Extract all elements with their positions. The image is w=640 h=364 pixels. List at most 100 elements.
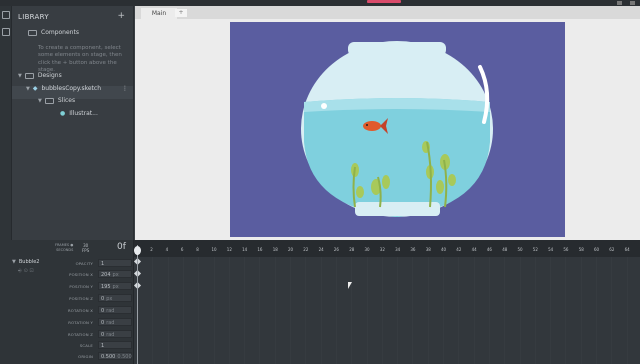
timeline-tick-label: 46	[486, 247, 492, 252]
property-value-field[interactable]: 0 rad	[98, 318, 132, 326]
timeline-tick-label: 8	[196, 247, 199, 252]
property-unit: rad	[106, 332, 115, 338]
timeline-tracks[interactable]	[133, 257, 640, 364]
timeline-tick-label: 28	[349, 247, 355, 252]
timeline-gridline	[198, 257, 200, 364]
timeline-gridline	[580, 257, 582, 364]
property-value-field[interactable]: 1	[98, 259, 132, 267]
timeline-tick-label: 6	[180, 247, 184, 252]
property-unit: px	[112, 272, 119, 278]
icon-rail	[0, 6, 12, 240]
timeline-tick-label: 62	[609, 247, 615, 252]
designs-folder[interactable]: ▼ Designs	[18, 72, 62, 79]
property-value: 1	[101, 343, 105, 349]
property-value: 0	[101, 332, 105, 338]
property-label: ROTATION X	[67, 308, 93, 313]
window-icon[interactable]	[617, 1, 622, 5]
property-value-field[interactable]: 0.500 0.500	[98, 352, 132, 360]
property-value-field[interactable]: 1	[98, 341, 132, 349]
chevron-down-icon[interactable]: ▼	[38, 98, 42, 104]
timeline-gridline	[320, 257, 322, 364]
sketch-file-item[interactable]: ▼ ◆ bubblesCopy.sketch	[26, 85, 101, 92]
property-value-field[interactable]: 0 rad	[98, 330, 132, 338]
property-label: POSITION Z	[69, 296, 93, 301]
timeline-gridline	[290, 257, 291, 364]
property-unit: 0.500	[117, 354, 132, 360]
timeline-gridline	[473, 257, 475, 364]
stage-area: Main +	[135, 6, 640, 240]
seconds-label: SECONDS	[56, 248, 74, 252]
library-panel: LIBRARY + Components To create a compone…	[12, 6, 134, 240]
slices-folder[interactable]: ▼ Slices	[38, 97, 75, 104]
layers-icon[interactable]	[2, 28, 10, 36]
add-component-button[interactable]: +	[117, 11, 125, 21]
mouse-cursor-icon	[348, 282, 352, 289]
fps-display[interactable]: 30 FPS	[82, 243, 89, 253]
property-label: ROTATION Y	[68, 320, 93, 325]
timeline-gridline	[244, 257, 246, 364]
timeline-tick-label: 18	[272, 247, 278, 252]
timeline-gridline	[397, 257, 399, 364]
timeline-tick-label: 36	[410, 247, 416, 252]
timeline-tick-label: 26	[333, 247, 339, 252]
chevron-down-icon[interactable]: ▼	[18, 73, 22, 79]
image-icon: ●	[60, 110, 66, 117]
components-folder[interactable]: Components	[28, 29, 79, 36]
fps-label: FPS	[82, 248, 90, 253]
timeline-tick-label: 20	[288, 247, 294, 252]
timeline-tick-label: 60	[594, 247, 600, 252]
timeline-gridline	[596, 257, 597, 364]
timeline-tick-label: 52	[532, 247, 538, 252]
stage-canvas[interactable]	[230, 22, 565, 237]
timeline-tick-label: 40	[441, 247, 447, 252]
timeline-gridline	[519, 257, 521, 364]
timeline-ruler[interactable]: 2 4 6 8 10 12 14 16 18 20 22 24 26 28 30 32 34 36 38 40 42 44…	[134, 240, 640, 257]
property-value-field[interactable]: 195 px	[98, 282, 132, 290]
timeline-tick-label: 2	[150, 247, 153, 252]
timeline-tick-label: 64	[624, 247, 630, 252]
property-value: 0	[101, 308, 105, 314]
timeline-tick-label: 48	[502, 247, 508, 252]
tab-main[interactable]: Main	[141, 8, 177, 19]
file-menu-icon[interactable]: ⋮	[122, 85, 128, 92]
library-icon[interactable]	[2, 11, 10, 19]
timeline-tick-label: 58	[578, 247, 584, 252]
stage-tabs: Main +	[135, 6, 640, 19]
property-label: OPACITY	[75, 261, 93, 266]
asset-label: Illustrat...	[69, 110, 98, 117]
property-value-field[interactable]: 0 px	[98, 294, 132, 302]
property-value-field[interactable]: 0 rad	[98, 306, 132, 314]
timeline-panel: FRAMES ● SECONDS 30 FPS 0f ▼ Bubble2 ⎆ ⊙ …	[0, 240, 640, 364]
property-label: POSITION X	[69, 272, 93, 277]
timeline-tick-label: 14	[242, 247, 248, 252]
timeline-gridline	[488, 257, 490, 364]
timeline-tick-label: 56	[563, 247, 569, 252]
timeline-gridline	[534, 257, 536, 364]
timeline-gridline	[335, 257, 337, 364]
current-frame: 0f	[117, 242, 126, 252]
window-icon[interactable]	[630, 1, 635, 5]
timeline-tick-label: 12	[226, 247, 232, 252]
timeline-gridline	[626, 257, 628, 364]
timeline-tick-label: 10	[211, 247, 217, 252]
property-value-field[interactable]: 204 px	[98, 270, 132, 278]
illustration-asset[interactable]: ● Illustrat...	[60, 110, 98, 117]
timeline-gridline	[167, 257, 169, 364]
timeline-tick-label: 54	[548, 247, 554, 252]
frames-seconds-toggle[interactable]: FRAMES ● SECONDS	[55, 243, 73, 253]
timeline-gridline	[443, 257, 444, 364]
sketch-diamond-icon: ◆	[32, 85, 38, 92]
add-tab-button[interactable]: +	[175, 9, 187, 17]
fishbowl-illustration	[301, 41, 493, 217]
property-label: POSITION Y	[69, 284, 93, 289]
timeline-tick-label: 16	[257, 247, 263, 252]
chevron-down-icon[interactable]: ▼	[26, 86, 30, 92]
property-value: 1	[101, 261, 105, 267]
timeline-tick-label: 32	[379, 247, 385, 252]
timeline-gridline	[259, 257, 261, 364]
property-value: 0	[101, 296, 105, 302]
playhead-handle[interactable]	[134, 246, 141, 255]
property-value: 204	[101, 272, 111, 278]
timeline-gridline	[504, 257, 506, 364]
components-label: Components	[41, 29, 79, 36]
